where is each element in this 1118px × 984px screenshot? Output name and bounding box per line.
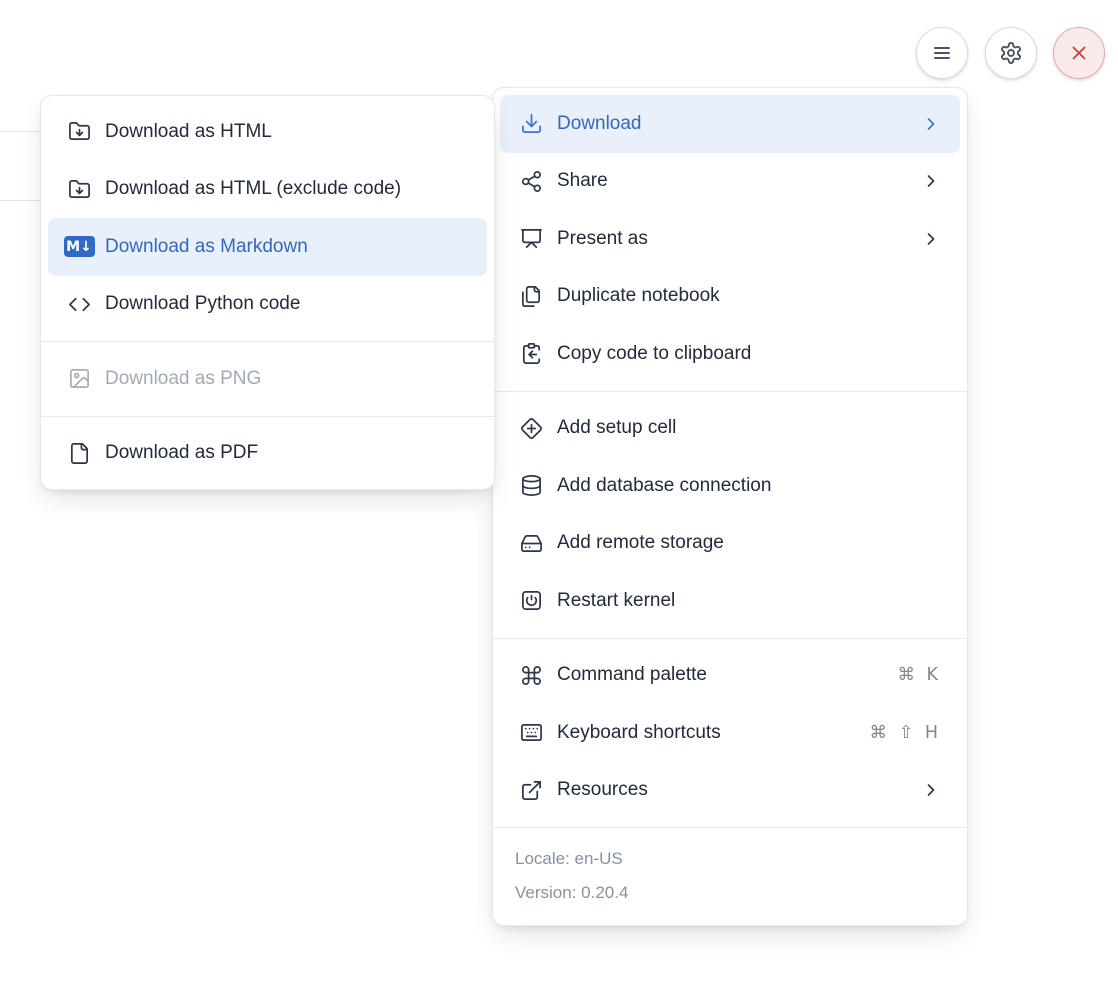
menu-item-add-database-connection[interactable]: Add database connection	[500, 457, 960, 515]
presentation-icon	[519, 227, 543, 250]
database-icon	[519, 474, 543, 497]
menu-item-duplicate-notebook[interactable]: Duplicate notebook	[500, 268, 960, 326]
menu-item-download-as-html-exclude-code[interactable]: Download as HTML (exclude code)	[48, 161, 487, 219]
menu-item-label: Add remote storage	[557, 532, 724, 554]
clipboard-copy-icon	[519, 342, 543, 365]
code-icon	[67, 293, 91, 316]
version-text: Version: 0.20.4	[515, 880, 945, 906]
menu-item-label: Download Python code	[105, 293, 300, 315]
menu-item-add-remote-storage[interactable]: Add remote storage	[500, 515, 960, 573]
menu-item-label: Download	[557, 113, 642, 135]
menu-item-label: Download as HTML	[105, 121, 272, 143]
menu-item-resources[interactable]: Resources	[500, 762, 960, 820]
menu-item-label: Present as	[557, 228, 648, 250]
share-icon	[519, 170, 543, 193]
menu-item-label: Download as PNG	[105, 368, 261, 390]
menu-item-keyboard-shortcuts[interactable]: Keyboard shortcuts ⌘ ⇧ H	[500, 704, 960, 762]
image-icon	[67, 367, 91, 390]
menu-footer: Locale: en-US Version: 0.20.4	[493, 836, 967, 918]
menu-item-label: Duplicate notebook	[557, 285, 720, 307]
menu-item-label: Command palette	[557, 664, 707, 686]
menu-item-restart-kernel[interactable]: Restart kernel	[500, 572, 960, 630]
shortcut-hint: ⌘ K	[897, 665, 941, 685]
menu-item-label: Resources	[557, 779, 648, 801]
diamond-plus-icon	[519, 417, 543, 440]
keyboard-icon	[519, 721, 543, 744]
external-link-icon	[519, 779, 543, 802]
menu-item-download-python-code[interactable]: Download Python code	[48, 276, 487, 334]
locale-text: Locale: en-US	[515, 846, 945, 872]
notebook-menu: Download Share Present as	[492, 87, 968, 926]
gear-icon	[999, 41, 1023, 65]
menu-button[interactable]	[916, 27, 968, 79]
menu-divider	[493, 827, 967, 828]
menu-item-label: Restart kernel	[557, 590, 675, 612]
hard-drive-icon	[519, 532, 543, 555]
hamburger-icon	[930, 41, 954, 65]
menu-item-copy-code[interactable]: Copy code to clipboard	[500, 325, 960, 383]
menu-item-label: Download as PDF	[105, 442, 258, 464]
menu-item-download-as-pdf[interactable]: Download as PDF	[48, 425, 487, 483]
shortcut-hint: ⌘ ⇧ H	[870, 723, 941, 743]
menu-item-command-palette[interactable]: Command palette ⌘ K	[500, 647, 960, 705]
menu-item-label: Share	[557, 170, 608, 192]
folder-down-icon	[67, 178, 91, 201]
chevron-right-icon	[921, 114, 941, 134]
chevron-right-icon	[921, 780, 941, 800]
menu-item-label: Add database connection	[557, 475, 771, 497]
menu-item-label: Copy code to clipboard	[557, 343, 751, 365]
command-icon	[519, 664, 543, 687]
background-rule	[0, 131, 44, 132]
menu-item-label: Download as Markdown	[105, 236, 308, 258]
chevron-right-icon	[921, 229, 941, 249]
menu-divider	[41, 341, 494, 342]
menu-item-present-as[interactable]: Present as	[500, 210, 960, 268]
settings-button[interactable]	[985, 27, 1037, 79]
menu-divider	[493, 391, 967, 392]
menu-divider	[493, 638, 967, 639]
menu-item-download-as-html[interactable]: Download as HTML	[48, 103, 487, 161]
menu-item-download[interactable]: Download	[500, 95, 960, 153]
menu-item-label: Download as HTML (exclude code)	[105, 178, 401, 200]
chevron-right-icon	[921, 171, 941, 191]
markdown-icon: M↓	[67, 236, 91, 257]
background-rule	[0, 200, 44, 201]
file-icon	[67, 442, 91, 465]
menu-item-label: Add setup cell	[557, 417, 676, 439]
menu-item-label: Keyboard shortcuts	[557, 722, 721, 744]
folder-down-icon	[67, 120, 91, 143]
power-icon	[519, 589, 543, 612]
download-icon	[519, 112, 543, 135]
menu-item-download-as-markdown[interactable]: M↓ Download as Markdown	[48, 218, 487, 276]
download-submenu: Download as HTML Download as HTML (exclu…	[40, 95, 495, 490]
menu-divider	[41, 416, 494, 417]
menu-item-share[interactable]: Share	[500, 153, 960, 211]
app-canvas: Download Share Present as	[0, 0, 1118, 984]
duplicate-icon	[519, 285, 543, 308]
close-x-icon	[1068, 42, 1090, 64]
menu-item-download-as-png: Download as PNG	[48, 350, 487, 408]
close-button[interactable]	[1053, 27, 1105, 79]
menu-item-add-setup-cell[interactable]: Add setup cell	[500, 400, 960, 458]
